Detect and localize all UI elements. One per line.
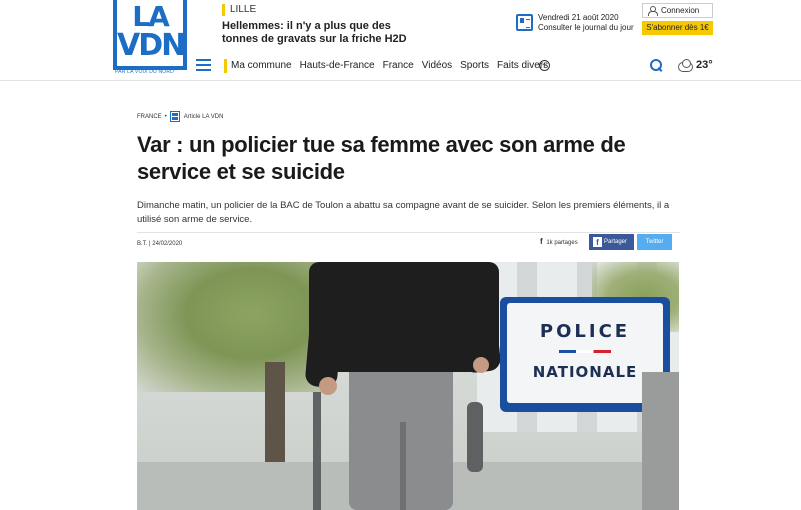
- connexion-label: Connexion: [661, 6, 700, 15]
- photo-person-hand-left: [319, 377, 337, 395]
- article-title: Var : un policier tue sa femme avec son …: [137, 132, 626, 184]
- connexion-button[interactable]: Connexion: [642, 3, 713, 18]
- nav-item-videos[interactable]: Vidéos: [422, 60, 452, 72]
- page: LA VDN PAR LA VOIX DU NORD LILLE Hellemm…: [0, 0, 801, 510]
- vdn-mini-logo-icon: [169, 111, 180, 122]
- facebook-icon: f: [593, 237, 602, 247]
- police-sign-line2: NATIONALE: [532, 363, 638, 381]
- temperature: 23°: [696, 59, 713, 71]
- facebook-share-button[interactable]: f Partager: [589, 234, 634, 250]
- nav-item-france[interactable]: France: [383, 60, 414, 72]
- photo-tree: [137, 262, 327, 392]
- breaking-title[interactable]: Hellemmes: il n'y a plus que des tonnes …: [222, 20, 422, 46]
- nav-items: Ma commune Hauts-de-France France Vidéos…: [231, 60, 556, 72]
- journal-du-jour[interactable]: Vendredi 21 août 2020 Consulter le journ…: [516, 13, 636, 35]
- search-icon[interactable]: [650, 59, 662, 71]
- newspaper-icon: [516, 14, 533, 31]
- article-lead: Dimanche matin, un policier de la BAC de…: [137, 200, 670, 225]
- menu-icon[interactable]: [196, 59, 211, 71]
- tricolor-flag-icon: [559, 350, 611, 353]
- site-header: LA VDN PAR LA VOIX DU NORD LILLE Hellemm…: [0, 0, 801, 81]
- photo-person-hand-right: [473, 357, 489, 373]
- twitter-share-button[interactable]: Twitter: [637, 234, 672, 250]
- photo-person-torso: [309, 262, 499, 372]
- photo-post: [642, 372, 679, 510]
- breadcrumb-section[interactable]: FRANCE: [137, 113, 162, 121]
- nav-item-ma-commune[interactable]: Ma commune: [231, 60, 292, 72]
- breaking-tag: LILLE: [222, 4, 422, 16]
- more-icon[interactable]: +: [539, 60, 550, 71]
- facebook-share-label: Partager: [604, 239, 628, 245]
- article-meta: B.T. | 24/02/2020: [137, 241, 183, 247]
- meta-divider: [137, 232, 680, 233]
- photo-person-leg-gap: [400, 422, 406, 510]
- journal-date: Vendredi 21 août 2020: [538, 13, 619, 22]
- journal-link[interactable]: Consulter le journal du jour: [538, 23, 634, 33]
- share-count: f 1k partages: [540, 238, 578, 247]
- subscribe-button[interactable]: S'abonner dès 1€: [642, 21, 713, 35]
- breadcrumb: FRANCE • Article LA VDN: [137, 111, 223, 122]
- main-nav: Ma commune Hauts-de-France France Vidéos…: [0, 52, 801, 81]
- user-icon: [648, 6, 658, 16]
- nav-item-sports[interactable]: Sports: [460, 60, 489, 72]
- photo-pedestrian: [467, 402, 483, 472]
- facebook-small-icon: f: [540, 237, 543, 246]
- breaking-news[interactable]: LILLE Hellemmes: il n'y a plus que des t…: [222, 4, 422, 46]
- nav-separator: [224, 59, 227, 73]
- police-sign-panel: POLICE NATIONALE: [507, 303, 663, 403]
- breadcrumb-type: Article LA VDN: [183, 113, 224, 120]
- share-count-label: 1k partages: [546, 240, 578, 246]
- breadcrumb-separator: •: [164, 113, 167, 120]
- nav-item-hauts-de-france[interactable]: Hauts-de-France: [300, 60, 375, 72]
- weather-icon: [676, 59, 693, 72]
- article-photo: POLICE NATIONALE: [137, 262, 679, 510]
- police-sign-line1: POLICE: [539, 321, 631, 342]
